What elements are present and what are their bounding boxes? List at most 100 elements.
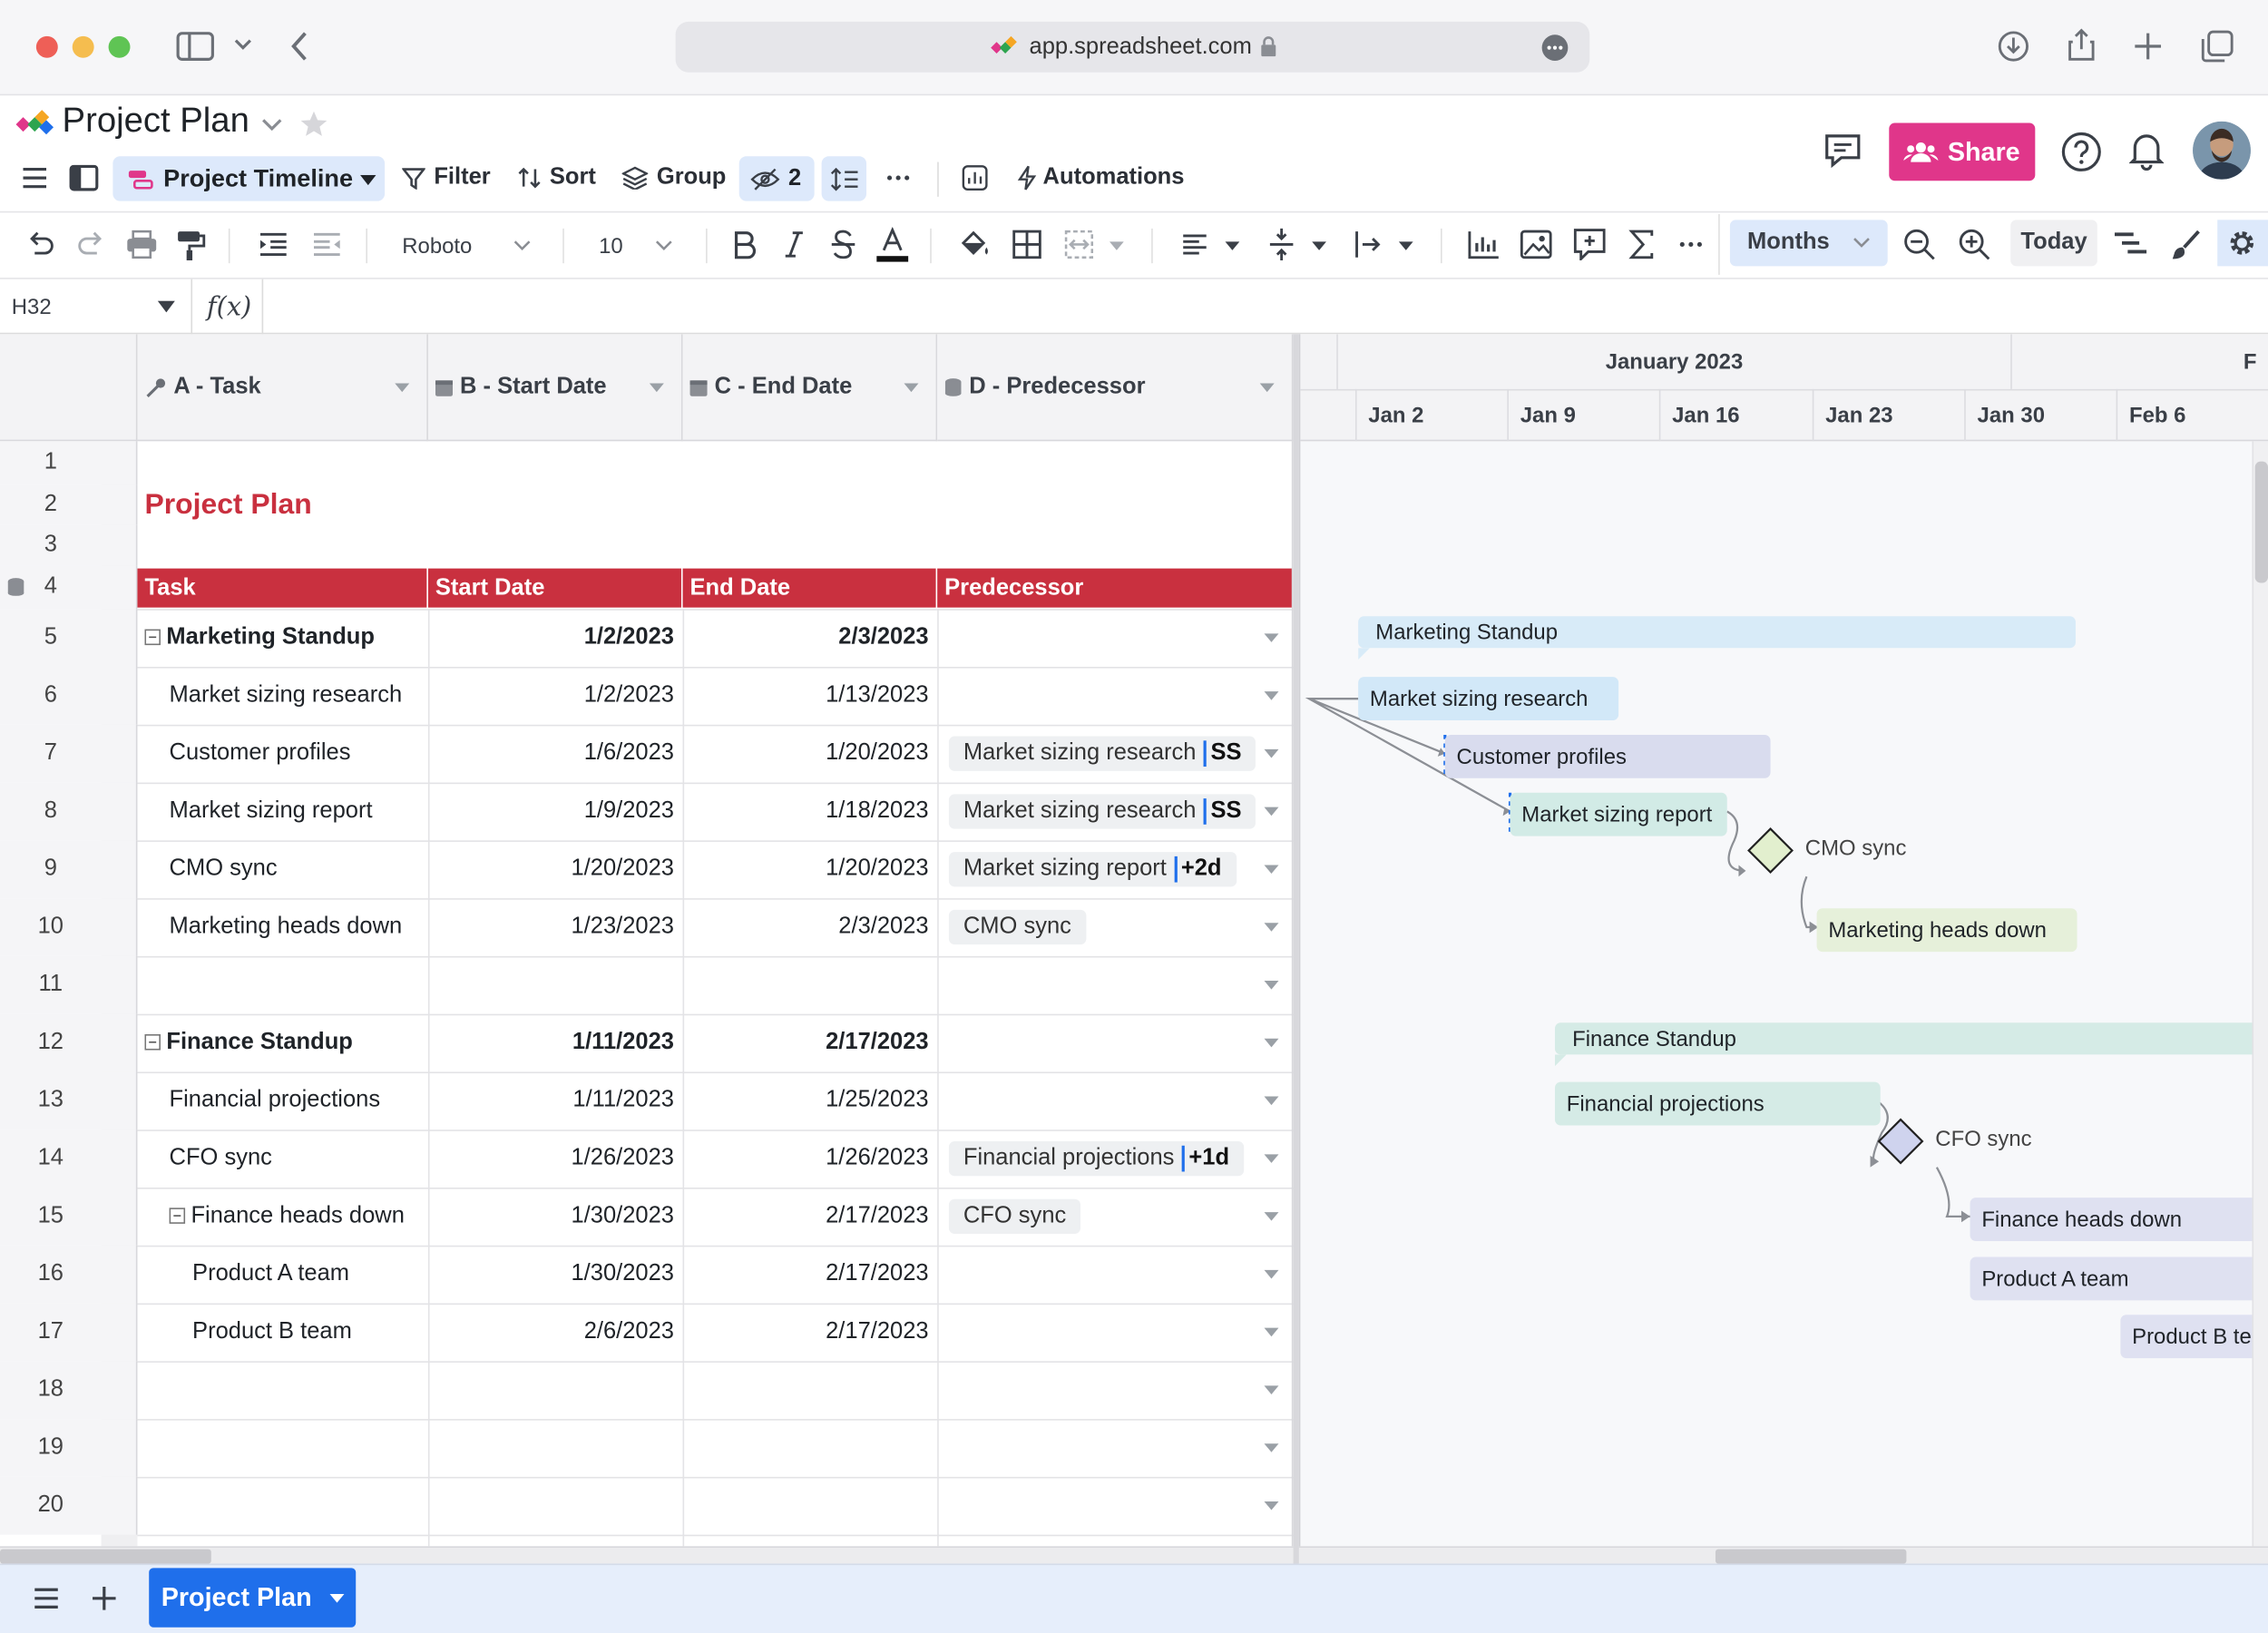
chevron-down-icon[interactable] xyxy=(234,39,251,51)
end-date-cell[interactable]: 2/17/2023 xyxy=(683,1304,929,1362)
download-icon[interactable] xyxy=(1998,30,2029,62)
share-button[interactable]: Share xyxy=(1889,122,2036,181)
row-number[interactable]: 14 xyxy=(0,1129,138,1188)
vertical-scrollbar[interactable] xyxy=(2252,441,2268,1547)
caret-down-icon[interactable] xyxy=(1264,1501,1279,1511)
task-cell[interactable]: CMO sync xyxy=(170,840,278,898)
end-date-cell[interactable]: 1/18/2023 xyxy=(683,783,929,841)
table-header-cell[interactable]: Predecessor xyxy=(937,568,1292,608)
row-number[interactable]: 19 xyxy=(0,1419,138,1477)
start-date-cell[interactable]: 1/30/2023 xyxy=(428,1246,674,1304)
start-date-cell[interactable]: 1/2/2023 xyxy=(428,609,674,667)
predecessor-chip[interactable]: Market sizing research SS xyxy=(948,736,1256,771)
table-header-cell[interactable]: End Date xyxy=(682,568,936,608)
sheet-heading[interactable]: Project Plan xyxy=(144,484,311,525)
end-date-cell[interactable]: 2/3/2023 xyxy=(683,898,928,956)
sum-icon[interactable] xyxy=(1628,230,1655,259)
task-bar[interactable]: Product B team xyxy=(2120,1315,2268,1359)
sort-button[interactable]: Sort xyxy=(518,156,596,200)
start-date-cell[interactable]: 1/2/2023 xyxy=(428,667,674,725)
brush-icon[interactable] xyxy=(2170,229,2202,260)
start-date-cell[interactable]: 1/6/2023 xyxy=(428,725,674,783)
column-header-b[interactable]: B - Start Date xyxy=(427,334,683,442)
fill-color-icon[interactable] xyxy=(959,229,991,260)
milestone-diamond-icon[interactable] xyxy=(1747,827,1794,875)
row-number[interactable]: 3 xyxy=(0,524,138,566)
sheet-tab-project-plan[interactable]: Project Plan xyxy=(149,1568,357,1628)
maximize-window-button[interactable] xyxy=(108,35,131,58)
gantt-horizontal-scrollbar[interactable] xyxy=(1298,1546,2268,1564)
align-left-icon[interactable] xyxy=(1182,233,1208,257)
start-date-cell[interactable]: 1/23/2023 xyxy=(428,898,674,956)
scroll-thumb[interactable] xyxy=(2254,461,2268,583)
task-cell[interactable]: CFO sync xyxy=(170,1129,272,1188)
row-number[interactable]: 7 xyxy=(0,724,138,783)
close-window-button[interactable] xyxy=(35,35,58,58)
task-cell[interactable]: Finance heads down xyxy=(169,1188,405,1246)
row-number[interactable]: 20 xyxy=(0,1476,138,1535)
caret-down-icon[interactable] xyxy=(1264,1096,1279,1106)
row-number[interactable]: 8 xyxy=(0,782,138,841)
text-wrap-icon[interactable] xyxy=(1354,230,1383,259)
chevron-down-icon[interactable] xyxy=(513,240,531,252)
caret-down-icon[interactable] xyxy=(1264,1443,1279,1452)
end-date-cell[interactable]: 1/13/2023 xyxy=(683,667,929,725)
row-number[interactable]: 1 xyxy=(0,441,138,485)
bell-icon[interactable] xyxy=(2128,130,2165,171)
task-cell[interactable]: Marketing heads down xyxy=(170,898,403,956)
row-number[interactable]: 15 xyxy=(0,1188,138,1246)
caret-down-icon[interactable] xyxy=(1398,241,1413,250)
end-date-cell[interactable]: 1/25/2023 xyxy=(683,1071,929,1129)
font-size-selector[interactable]: 10 xyxy=(599,229,623,263)
table-header-cell[interactable]: Task xyxy=(137,568,427,608)
predecessor-chip[interactable]: CFO sync xyxy=(948,1198,1081,1235)
paint-format-icon[interactable] xyxy=(177,230,206,262)
task-cell[interactable]: Product B team xyxy=(192,1304,352,1362)
italic-icon[interactable] xyxy=(784,230,804,259)
outdent-icon[interactable] xyxy=(312,231,341,258)
filter-button[interactable]: Filter xyxy=(402,156,491,200)
row-number[interactable]: 2 xyxy=(0,484,138,525)
row-number[interactable]: 10 xyxy=(0,898,138,956)
critical-path-icon[interactable] xyxy=(2113,231,2147,258)
end-date-cell[interactable]: 1/26/2023 xyxy=(683,1129,929,1188)
font-selector[interactable]: Roboto xyxy=(402,229,472,263)
start-date-cell[interactable]: 1/20/2023 xyxy=(428,840,674,898)
automations-button[interactable]: Automations xyxy=(1017,156,1184,200)
row-number[interactable]: 5 xyxy=(0,609,138,668)
caret-down-icon[interactable] xyxy=(1264,1269,1279,1279)
end-date-cell[interactable]: 2/17/2023 xyxy=(683,1014,929,1072)
end-date-cell[interactable]: 2/3/2023 xyxy=(683,609,928,667)
start-date-cell[interactable]: 2/6/2023 xyxy=(428,1304,674,1362)
caret-down-icon[interactable] xyxy=(1264,865,1279,875)
borders-icon[interactable] xyxy=(1012,230,1041,259)
panel-icon[interactable] xyxy=(69,164,99,191)
group-button[interactable]: Group xyxy=(621,156,726,200)
menu-icon[interactable] xyxy=(22,166,48,190)
tabs-overview-icon[interactable] xyxy=(2200,29,2234,64)
caret-down-icon[interactable] xyxy=(1264,1327,1279,1337)
caret-down-icon[interactable] xyxy=(1264,923,1279,932)
row-number[interactable]: 17 xyxy=(0,1303,138,1362)
vertical-align-icon[interactable] xyxy=(1268,227,1295,261)
row-height-button[interactable] xyxy=(821,156,867,201)
row-number[interactable]: 9 xyxy=(0,840,138,899)
caret-down-icon[interactable] xyxy=(1264,1154,1279,1163)
task-cell[interactable]: Financial projections xyxy=(170,1071,381,1129)
minimize-window-button[interactable] xyxy=(72,35,94,58)
insert-chart-icon[interactable] xyxy=(1468,230,1500,259)
hidden-fields-button[interactable]: 2 xyxy=(738,156,815,201)
more-icon[interactable] xyxy=(886,175,910,181)
address-bar[interactable]: app.spreadsheet.com xyxy=(675,21,1590,73)
start-date-cell[interactable]: 1/30/2023 xyxy=(428,1188,674,1246)
column-header-a[interactable]: A - Task xyxy=(137,334,428,442)
merge-cells-icon[interactable] xyxy=(1064,230,1094,259)
milestone-diamond-icon[interactable] xyxy=(1877,1118,1924,1165)
task-bar[interactable]: Marketing Standup xyxy=(1358,616,2076,649)
indent-icon[interactable] xyxy=(259,231,288,258)
end-date-cell[interactable]: 1/20/2023 xyxy=(683,840,929,898)
task-cell[interactable]: Product A team xyxy=(192,1246,349,1304)
row-number[interactable]: 6 xyxy=(0,667,138,725)
zoom-unit-selector[interactable]: Months xyxy=(1729,220,1888,267)
add-sheet-icon[interactable] xyxy=(91,1585,117,1611)
